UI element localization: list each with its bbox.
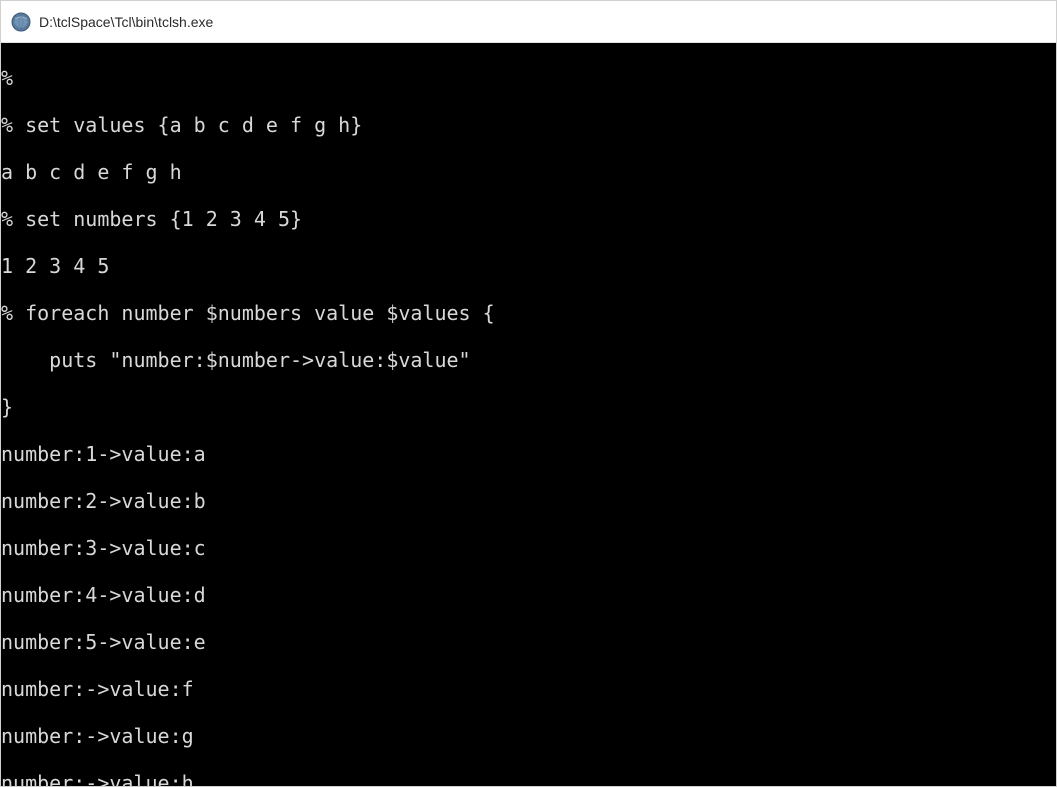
terminal-line: number:2->value:b <box>1 490 1056 514</box>
terminal-line: number:->value:f <box>1 678 1056 702</box>
terminal-line: % set values {a b c d e f g h} <box>1 114 1056 138</box>
app-icon <box>11 12 31 32</box>
terminal-line: number:->value:g <box>1 725 1056 749</box>
terminal-line: % foreach number $numbers value $values … <box>1 302 1056 326</box>
terminal-line: number:4->value:d <box>1 584 1056 608</box>
terminal-line: number:->value:h <box>1 772 1056 787</box>
title-bar[interactable]: D:\tclSpace\Tcl\bin\tclsh.exe <box>1 1 1056 43</box>
terminal-line: 1 2 3 4 5 <box>1 255 1056 279</box>
terminal-line: number:5->value:e <box>1 631 1056 655</box>
terminal-line: a b c d e f g h <box>1 161 1056 185</box>
terminal-line: % <box>1 67 1056 91</box>
terminal-output[interactable]: % % set values {a b c d e f g h} a b c d… <box>1 43 1056 786</box>
terminal-line: % set numbers {1 2 3 4 5} <box>1 208 1056 232</box>
window-title: D:\tclSpace\Tcl\bin\tclsh.exe <box>39 14 213 30</box>
terminal-line: } <box>1 396 1056 420</box>
terminal-line: number:1->value:a <box>1 443 1056 467</box>
terminal-line: puts "number:$number->value:$value" <box>1 349 1056 373</box>
terminal-line: number:3->value:c <box>1 537 1056 561</box>
